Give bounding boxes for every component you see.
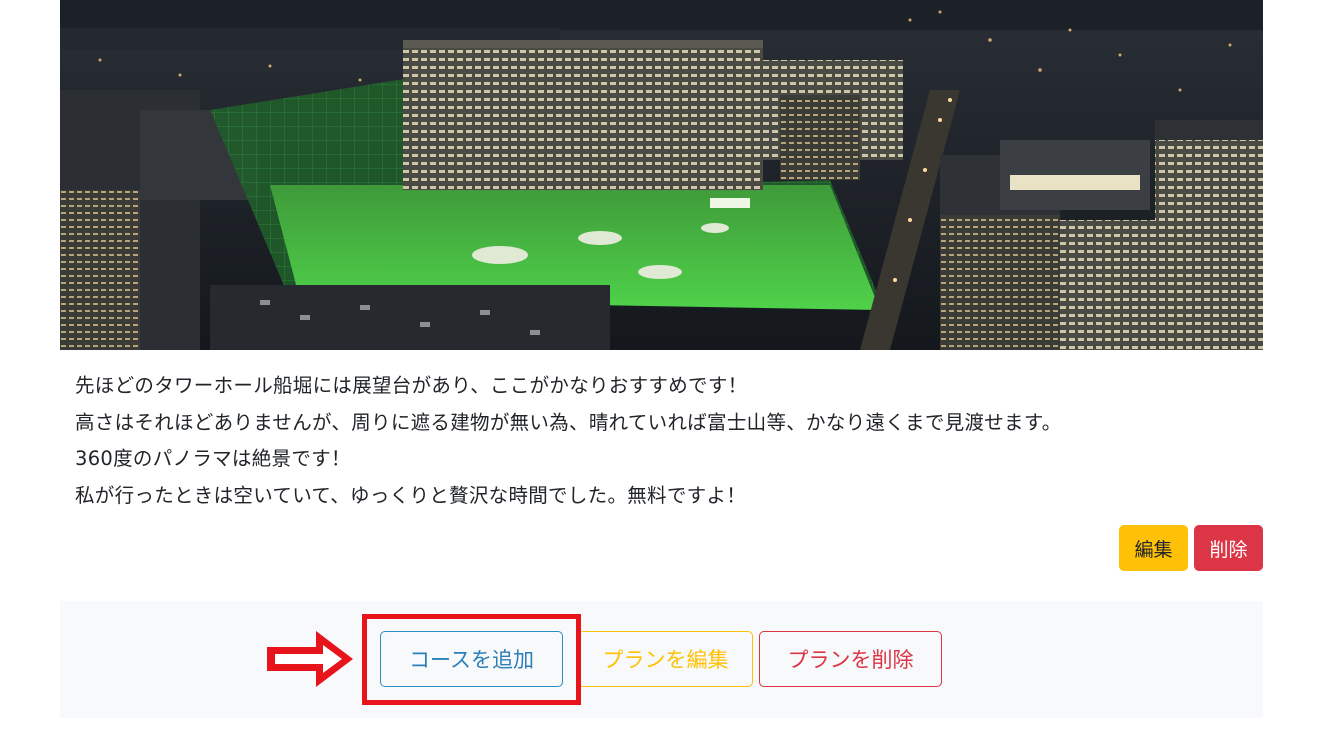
description-line: 360度のパノラマは絶景です！ bbox=[75, 447, 351, 470]
post-description: 先ほどのタワーホール船堀には展望台があり、ここがかなりおすすめです！ 高さはそれ… bbox=[75, 368, 1275, 514]
edit-post-button[interactable]: 編集 bbox=[1119, 525, 1188, 571]
post-photo bbox=[60, 0, 1263, 350]
delete-post-button[interactable]: 削除 bbox=[1194, 525, 1263, 571]
description-line: 高さはそれほどありませんが、周りに遮る建物が無い為、晴れていれば富士山等、かなり… bbox=[75, 410, 1062, 434]
delete-plan-button[interactable]: プランを削除 bbox=[759, 631, 942, 687]
right-arrow-icon bbox=[267, 631, 353, 687]
annotation-highlight-box bbox=[362, 614, 581, 705]
description-line: 先ほどのタワーホール船堀には展望台があり、ここがかなりおすすめです！ bbox=[75, 374, 748, 397]
description-line: 私が行ったときは空いていて、ゆっくりと贅沢な時間でした。無料ですよ！ bbox=[75, 483, 747, 507]
edit-plan-button[interactable]: プランを編集 bbox=[578, 631, 753, 687]
